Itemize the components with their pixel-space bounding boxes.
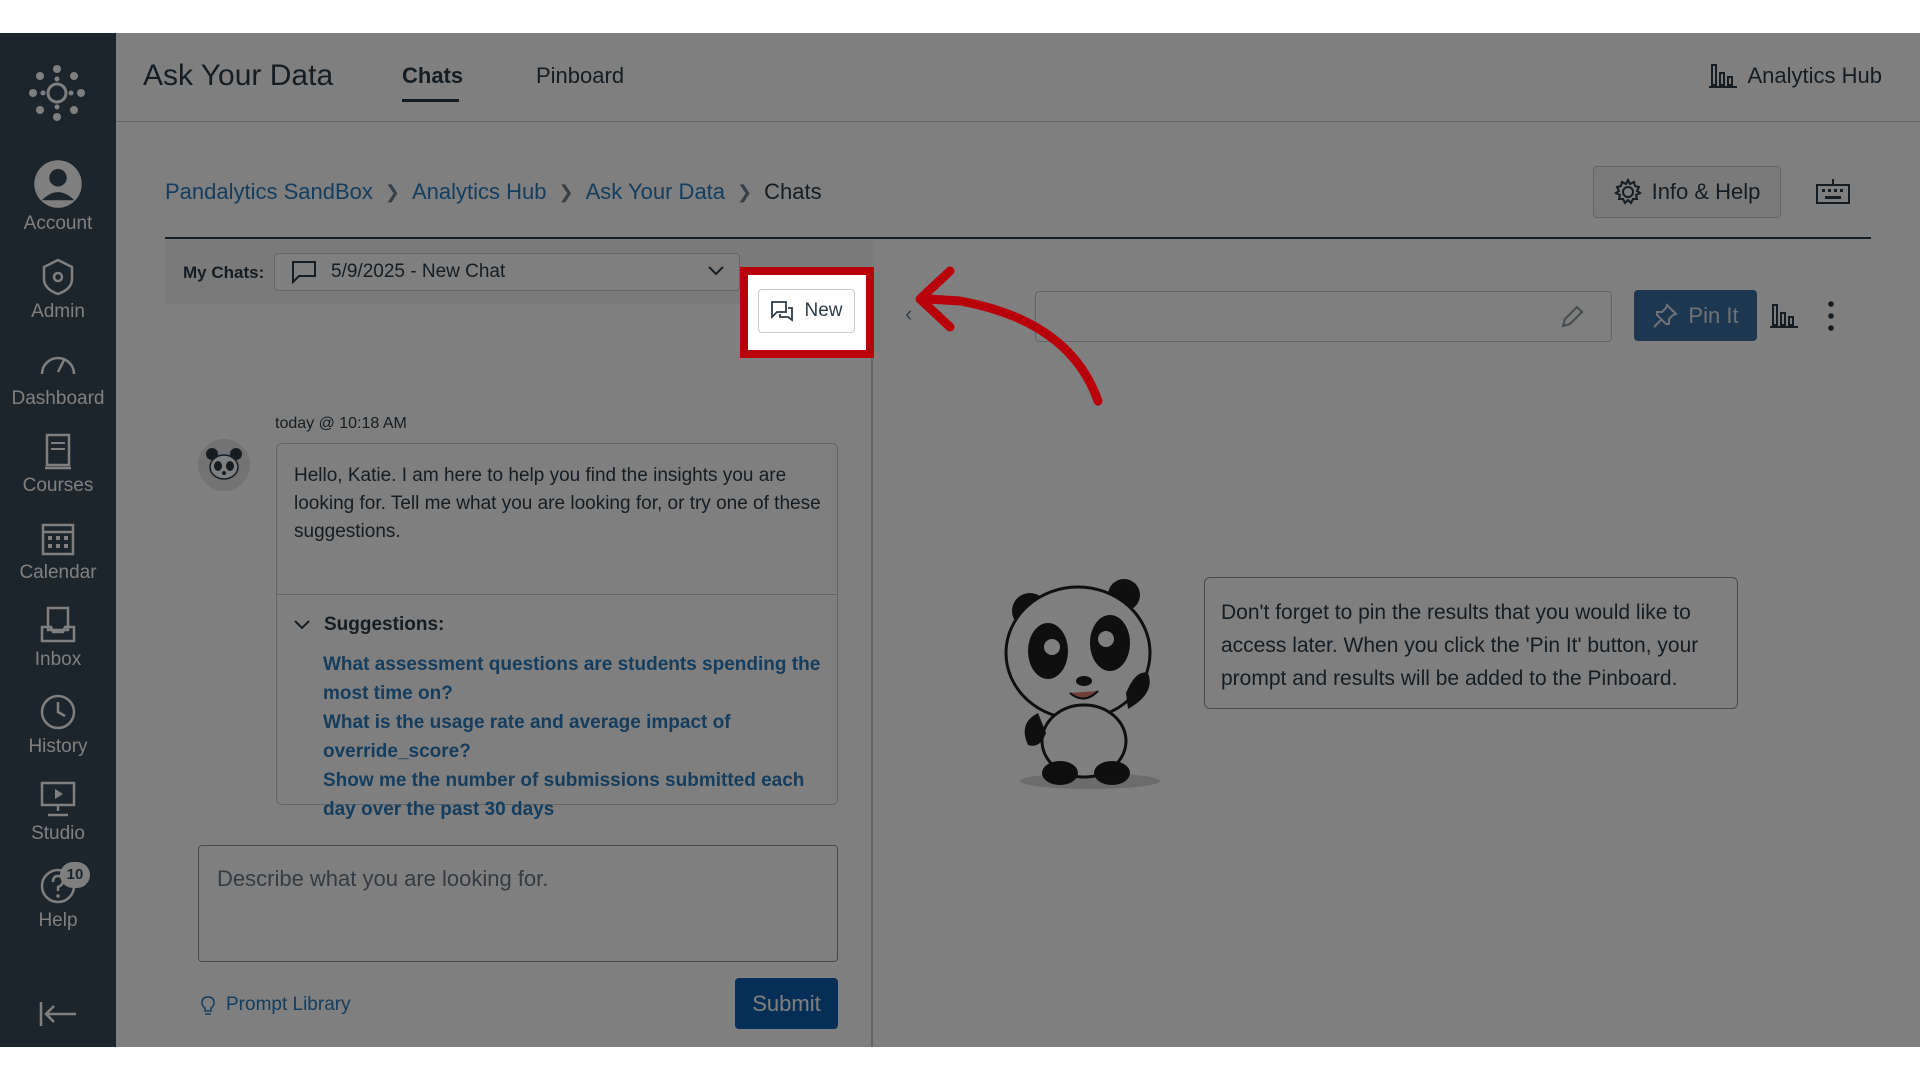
selected-chat: 5/9/2025 - New Chat [331,261,506,282]
gear-icon [1613,178,1642,205]
history-icon [40,694,76,730]
chevron-down-icon [708,266,724,276]
assistant-message: Hello, Katie. I am here to help you find… [276,443,838,820]
nav-admin[interactable]: Admin [0,257,116,337]
chevron-down-icon [294,620,310,630]
suggestions-label: Suggestions: [324,614,445,635]
pin-reminder-tip: Don't forget to pin the results that you… [1204,577,1738,709]
chat-select[interactable]: 5/9/2025 - New Chat [274,253,740,291]
breadcrumb-current: Chats [764,179,822,204]
result-title-input[interactable] [1035,291,1612,342]
account-icon [34,160,82,208]
tip-text: Don't forget to pin the results that you… [1221,601,1699,690]
collapse-nav-icon[interactable] [38,999,78,1029]
bar-chart-icon[interactable] [1769,301,1799,331]
nav-label: Courses [22,475,94,496]
message-text: Hello, Katie. I am here to help you find… [294,465,821,542]
pencil-icon [1561,305,1584,328]
page-title: Ask Your Data [143,59,334,92]
pin-it-button[interactable]: Pin It [1634,290,1757,341]
prompt-library-link[interactable]: Prompt Library [198,993,351,1017]
admin-icon [42,258,74,296]
tab-chats[interactable]: Chats [402,63,463,89]
nav-label: Admin [31,301,85,322]
canvas-logo-icon[interactable] [27,63,87,123]
suggestions-list: What assessment questions are students s… [323,650,823,824]
breadcrumb-link[interactable]: Analytics Hub [412,179,547,205]
dashboard-icon [40,356,76,375]
info-help-label: Info & Help [1651,179,1761,204]
nav-label: History [28,736,88,757]
calendar-icon [41,523,75,556]
breadcrumb-link[interactable]: Pandalytics SandBox [165,179,373,205]
nav-help[interactable]: 10 Help [0,862,116,946]
breadcrumb-separator-icon: ❯ [737,181,753,202]
keyboard-shortcuts-icon[interactable] [1815,177,1851,207]
prompt-library-label: Prompt Library [226,994,351,1015]
nav-account[interactable]: Account [0,159,116,239]
breadcrumb-link[interactable]: Ask Your Data [586,179,725,205]
info-help-button[interactable]: Info & Help [1593,166,1781,218]
nav-label: Help [38,910,78,931]
nav-history[interactable]: History [0,692,116,772]
breadcrumb-separator-icon: ❯ [558,181,574,202]
prompt-textarea[interactable]: Describe what you are looking for. [198,845,838,962]
help-badge: 10 [60,862,90,888]
lightbulb-icon [201,996,215,1015]
active-tab-indicator [402,99,459,102]
chat-bubble-icon [292,261,316,284]
breadcrumb: Pandalytics SandBox ❯ Analytics Hub ❯ As… [165,179,822,205]
nav-label: Studio [31,823,85,844]
nav-label: Dashboard [11,388,105,409]
analytics-hub-link[interactable]: Analytics Hub [1709,63,1882,89]
message-divider [277,594,837,595]
suggestions-toggle[interactable]: Suggestions: [294,614,444,636]
nav-courses[interactable]: Courses [0,431,116,511]
my-chats-label: My Chats: [183,263,265,282]
panda-avatar [198,439,250,491]
studio-icon [40,781,76,817]
nav-calendar[interactable]: Calendar [0,518,116,598]
tutorial-arrow-icon [915,266,1103,406]
panda-illustration [1004,579,1160,789]
prompt-placeholder: Describe what you are looking for. [217,866,549,891]
nav-dashboard[interactable]: Dashboard [0,344,116,424]
message-timestamp: today @ 10:18 AM [275,415,407,432]
suggestion-link[interactable]: Show me the number of submissions submit… [323,766,823,824]
nav-label: Account [23,213,93,234]
analytics-hub-label: Analytics Hub [1747,63,1882,88]
courses-icon [45,433,71,470]
global-navigation: Account Admin Dashboard Courses Calendar… [0,33,116,1047]
nav-studio[interactable]: Studio [0,779,116,859]
breadcrumb-separator-icon: ❯ [384,181,400,202]
nav-label: Inbox [34,649,82,670]
more-options-icon[interactable] [1825,299,1837,333]
submit-button[interactable]: Submit [735,978,838,1029]
inbox-icon [40,606,76,643]
panel-divider [871,310,873,1047]
suggestion-link[interactable]: What assessment questions are students s… [323,650,823,708]
header-divider [165,237,1871,239]
suggestion-link[interactable]: What is the usage rate and average impac… [323,708,823,766]
pin-it-label: Pin It [1688,302,1739,328]
pin-icon [1653,302,1679,328]
tab-pinboard[interactable]: Pinboard [536,63,624,89]
nav-label: Calendar [19,562,97,583]
app-header: Ask Your Data Chats Pinboard Analytics H… [116,33,1920,122]
bar-chart-icon [1709,64,1738,88]
app-window: Account Admin Dashboard Courses Calendar… [0,33,1920,1047]
highlight-box [740,267,874,358]
nav-inbox[interactable]: Inbox [0,605,116,685]
